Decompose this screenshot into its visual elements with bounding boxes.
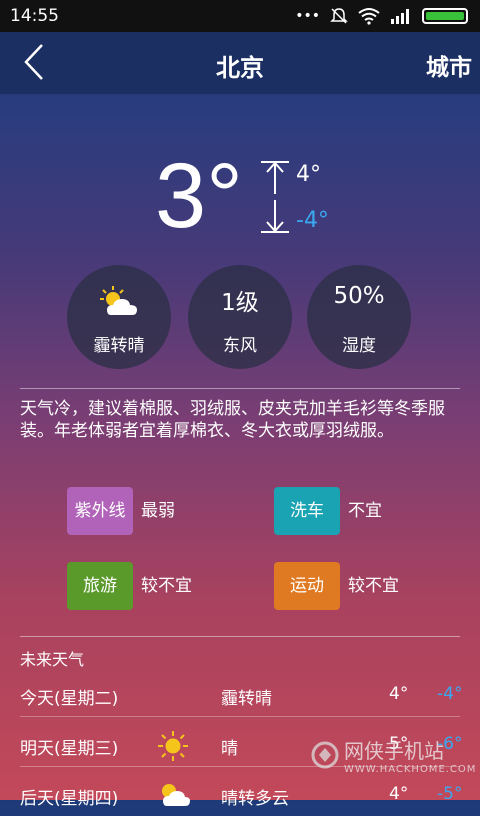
forecast-row-today[interactable]: 今天(星期二) 霾转晴 4° -4°: [0, 676, 480, 716]
divider: [20, 388, 460, 389]
forecast-high: 4°: [389, 784, 409, 804]
forecast-low: -4°: [437, 684, 463, 704]
status-icons: •••: [295, 7, 468, 25]
status-time: 14:55: [10, 6, 59, 26]
wind-direction: 东风: [223, 336, 257, 356]
watermark-logo-icon: [311, 741, 339, 769]
travel-tag: 旅游: [67, 562, 133, 610]
sport-tag: 运动: [274, 562, 340, 610]
city-button[interactable]: 城市: [426, 48, 472, 82]
travel-value: 较不宜: [141, 576, 192, 596]
wifi-icon: [358, 8, 380, 25]
humidity-circle: 50% 湿度: [307, 265, 411, 369]
sport-value: 较不宜: [348, 576, 399, 596]
condition-label: 霾转晴: [93, 336, 145, 356]
humidity-label: 湿度: [342, 336, 376, 356]
forecast-condition: 晴转多云: [221, 789, 289, 809]
wind-level: 1级: [221, 290, 259, 316]
uv-tag: 紫外线: [67, 487, 133, 535]
high-temperature: 4°: [296, 162, 321, 187]
forecast-high: 4°: [389, 684, 409, 704]
signal-icon: [391, 9, 409, 24]
clothing-advice: 天气冷，建议着棉服、羽绒服、皮夹克加羊毛衫等冬季服装。年老体弱者宜着厚棉衣、冬大…: [20, 399, 445, 441]
forecast-condition: 霾转晴: [221, 689, 272, 709]
more-dots-icon: •••: [295, 8, 320, 24]
forecast-day: 明天(星期三): [20, 739, 119, 759]
forecast-day: 后天(星期四): [20, 789, 119, 809]
status-bar: 14:55 •••: [0, 0, 480, 32]
forecast-low: -5°: [437, 784, 463, 804]
forecast-day: 今天(星期二): [20, 689, 119, 709]
humidity-value: 50%: [333, 283, 385, 309]
car-wash-tag: 洗车: [274, 487, 340, 535]
sun-icon: [158, 731, 188, 761]
condition-circle: 霾转晴: [67, 265, 171, 369]
forecast-row-day-after[interactable]: 后天(星期四) 晴转多云 4° -5°: [0, 776, 480, 816]
mute-bell-icon: [330, 8, 348, 24]
watermark: 网侠手机站 WWW.HACKHOME.COM: [310, 735, 476, 775]
uv-value: 最弱: [141, 501, 175, 521]
divider: [20, 636, 460, 637]
app-header: 北京 城市: [0, 32, 480, 94]
low-temperature: -4°: [296, 208, 329, 233]
car-wash-value: 不宜: [348, 501, 382, 521]
partly-cloudy-icon: [100, 286, 137, 315]
watermark-url: WWW.HACKHOME.COM: [344, 764, 477, 775]
wind-circle: 1级 东风: [188, 265, 292, 369]
forecast-condition: 晴: [221, 739, 238, 759]
watermark-brand: 网侠手机站: [344, 739, 444, 763]
battery-icon: [422, 8, 468, 24]
page-title: 北京: [216, 54, 264, 82]
forecast-title: 未来天气: [20, 650, 85, 669]
partly-cloudy-icon: [162, 784, 190, 806]
current-temperature: 3°: [155, 145, 243, 247]
row-divider: [20, 716, 460, 717]
temp-range-arrows-icon: [261, 161, 289, 233]
